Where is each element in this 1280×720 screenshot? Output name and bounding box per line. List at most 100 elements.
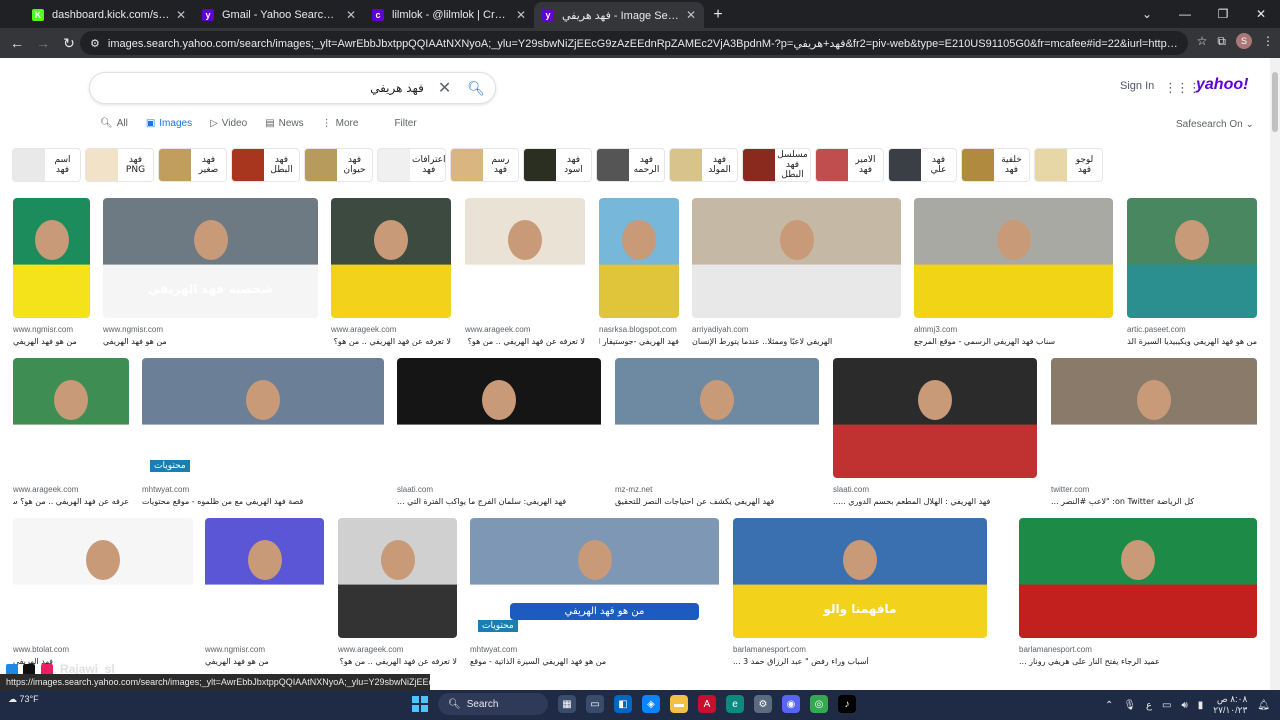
notification-icon[interactable]: 🔔︎: [1257, 700, 1270, 711]
browser-tab[interactable]: Kdashboard.kick.com/stream ✕: [24, 2, 194, 28]
result-image[interactable]: [914, 198, 1113, 318]
result-source[interactable]: nasrksa.blogspot.com: [599, 325, 679, 334]
start-button[interactable]: [412, 696, 428, 712]
result-caption[interactable]: عرفه عن فهد الهريفي .. من هو؟ سيرته: [13, 497, 129, 506]
taskbar-search[interactable]: 🔍︎ Search: [438, 693, 548, 715]
result-image[interactable]: شخصية فهد الهريفي: [103, 198, 318, 318]
language-indicator[interactable]: ع: [1146, 700, 1152, 711]
result-source[interactable]: almmj3.com: [914, 325, 1113, 334]
result-source[interactable]: artic.paseet.com: [1127, 325, 1257, 334]
battery-icon[interactable]: ▮: [1198, 700, 1204, 711]
result-image[interactable]: [397, 358, 601, 478]
related-search-chip[interactable]: مسلسل فهد البطل: [742, 148, 811, 182]
file-explorer-icon[interactable]: ▬: [670, 695, 688, 713]
result-caption[interactable]: عميد الرجاء يفتح النار على هريفي رونار .…: [1019, 657, 1257, 666]
related-search-chip[interactable]: فهد المولد: [669, 148, 738, 182]
result-image[interactable]: [205, 518, 324, 638]
task-view-icon[interactable]: ▭: [586, 695, 604, 713]
result-caption[interactable]: من هو فهد الهريفي ويكيبيديا السيرة الذات…: [1127, 337, 1257, 346]
close-tab-icon[interactable]: ✕: [176, 8, 186, 22]
result-caption[interactable]: من هو فهد الهريفي السيرة الذاتية - موقع: [470, 657, 719, 666]
filter-button[interactable]: Filter: [394, 118, 416, 129]
profile-avatar[interactable]: S: [1236, 33, 1252, 49]
image-result-tile[interactable]: www.ngmisr.com من هو فهد الهريفي: [13, 198, 90, 346]
image-result-tile[interactable]: nasrksa.blogspot.com فهد الهريفي -جوستيفا…: [599, 198, 679, 346]
result-caption[interactable]: من هو فهد الهريفي: [103, 337, 318, 346]
network-icon[interactable]: ▭: [1162, 700, 1171, 711]
image-result-tile[interactable]: مافهمنا والو barlamanesport.com أسباب وراء…: [733, 518, 987, 666]
result-image[interactable]: [1127, 198, 1257, 318]
tab-search-icon[interactable]: ⌄: [1128, 0, 1166, 28]
discord-icon[interactable]: ◉: [782, 695, 800, 713]
yahoo-logo[interactable]: yahoo!: [1196, 76, 1248, 94]
result-image[interactable]: مافهمنا والو: [733, 518, 987, 638]
image-result-tile[interactable]: barlamanesport.com عميد الرجاء يفتح النار…: [1019, 518, 1257, 666]
result-source[interactable]: barlamanesport.com: [733, 645, 987, 654]
related-search-chip[interactable]: اعترافات فهد: [377, 148, 446, 182]
result-caption[interactable]: من هو فهد الهريفي: [13, 337, 90, 346]
browser-tab[interactable]: y Gmail - Yahoo Search Results ✕: [194, 2, 364, 28]
result-source[interactable]: www.ngmisr.com: [205, 645, 324, 654]
image-result-tile[interactable]: شخصية فهد الهريفي www.ngmisr.com من هو فهد…: [103, 198, 318, 346]
result-caption[interactable]: لا تعرفه عن فهد الهريفي .. من هو؟ سيرته: [465, 337, 585, 346]
result-source[interactable]: mhtwyat.com: [470, 645, 719, 654]
result-caption[interactable]: سناب فهد الهريفي الرسمي - موقع المرجع: [914, 337, 1113, 346]
result-source[interactable]: mz-mz.net: [615, 485, 819, 494]
result-source[interactable]: www.btolat.com: [13, 645, 193, 654]
weather-widget[interactable]: ☁ 73°F: [8, 694, 39, 705]
result-source[interactable]: www.ngmisr.com: [103, 325, 318, 334]
tab-more[interactable]: ⋮ More: [322, 118, 359, 129]
reload-button[interactable]: ↻: [56, 35, 82, 52]
search-icon[interactable]: 🔍︎: [467, 80, 485, 97]
result-caption[interactable]: أسباب وراء رفض " عبد الرزاق حمد 3 ...: [733, 657, 987, 666]
photos-icon[interactable]: ◈: [642, 695, 660, 713]
result-image[interactable]: قصة فهد الهريفي مع من ظلموه محتويات: [142, 358, 384, 478]
related-search-chip[interactable]: رسم فهد: [450, 148, 519, 182]
close-tab-icon[interactable]: ✕: [516, 8, 526, 22]
result-image[interactable]: [465, 198, 585, 318]
result-source[interactable]: slaati.com: [397, 485, 601, 494]
chrome-icon[interactable]: ◎: [810, 695, 828, 713]
settings-icon[interactable]: ⚙: [754, 695, 772, 713]
image-result-tile[interactable]: www.arageek.com عرفه عن فهد الهريفي .. من…: [13, 358, 129, 506]
microphone-icon[interactable]: 🎙︎: [1123, 700, 1136, 711]
new-tab-button[interactable]: +: [704, 2, 732, 28]
forward-button[interactable]: →: [30, 35, 56, 51]
browser-tab[interactable]: c lilmlok - @lilmlok | Creators ✕: [364, 2, 534, 28]
store-icon[interactable]: ◧: [614, 695, 632, 713]
result-caption[interactable]: من هو فهد الهريفي: [205, 657, 324, 666]
clear-search-icon[interactable]: ✕: [438, 78, 451, 98]
image-result-tile[interactable]: slaati.com فهد الهريفي : الهلال المطعم بح…: [833, 358, 1037, 506]
related-search-chip[interactable]: فهد حيوان: [304, 148, 373, 182]
close-tab-icon[interactable]: ✕: [686, 8, 696, 22]
result-image[interactable]: [692, 198, 901, 318]
extensions-icon[interactable]: ⧉: [1217, 34, 1226, 49]
related-search-chip[interactable]: فهد صغير: [158, 148, 227, 182]
result-source[interactable]: slaati.com: [833, 485, 1037, 494]
result-caption[interactable]: قصة فهد الهريفي مع من ظلموه - موقع محتوي…: [142, 497, 384, 506]
result-image[interactable]: [833, 358, 1037, 478]
chevron-up-icon[interactable]: ⌃: [1105, 700, 1113, 711]
tab-news[interactable]: ▤ News: [265, 118, 303, 129]
image-result-tile[interactable]: من هو فهد الهريفي محتويات mhtwyat.com من هو…: [470, 518, 719, 666]
image-result-tile[interactable]: arriyadiyah.com الهريفي لاعبًا وممثلًا.. …: [692, 198, 901, 346]
result-source[interactable]: mhtwyat.com: [142, 485, 384, 494]
related-search-chip[interactable]: فهد اسود: [523, 148, 592, 182]
result-source[interactable]: www.ngmisr.com: [13, 325, 90, 334]
page-scrollbar[interactable]: [1270, 58, 1280, 690]
tiktok-icon[interactable]: ♪: [838, 695, 856, 713]
result-caption[interactable]: فهد الهريفي -جوستيفار العرب: [599, 337, 679, 346]
acrobat-icon[interactable]: A: [698, 695, 716, 713]
result-image[interactable]: [13, 358, 129, 478]
result-image[interactable]: [13, 518, 193, 638]
related-search-chip[interactable]: فهد البطل: [231, 148, 300, 182]
result-caption[interactable]: الهريفي لاعبًا وممثلًا.. عندما يتورط الإ…: [692, 337, 901, 346]
image-result-tile[interactable]: artic.paseet.com من هو فهد الهريفي ويكيبي…: [1127, 198, 1257, 346]
minimize-button[interactable]: —: [1166, 0, 1204, 28]
site-info-icon[interactable]: ⚙: [90, 37, 100, 50]
result-caption[interactable]: لا تعرفه عن فهد الهريفي .. من هو؟ سيرته: [331, 337, 451, 346]
close-window-button[interactable]: ✕: [1242, 0, 1280, 28]
image-result-tile[interactable]: www.arageek.com لا تعرفه عن فهد الهريفي .…: [338, 518, 457, 666]
related-search-chip[interactable]: اسم فهد: [12, 148, 81, 182]
apps-grid-icon[interactable]: ⋮⋮⋮: [1164, 80, 1201, 96]
